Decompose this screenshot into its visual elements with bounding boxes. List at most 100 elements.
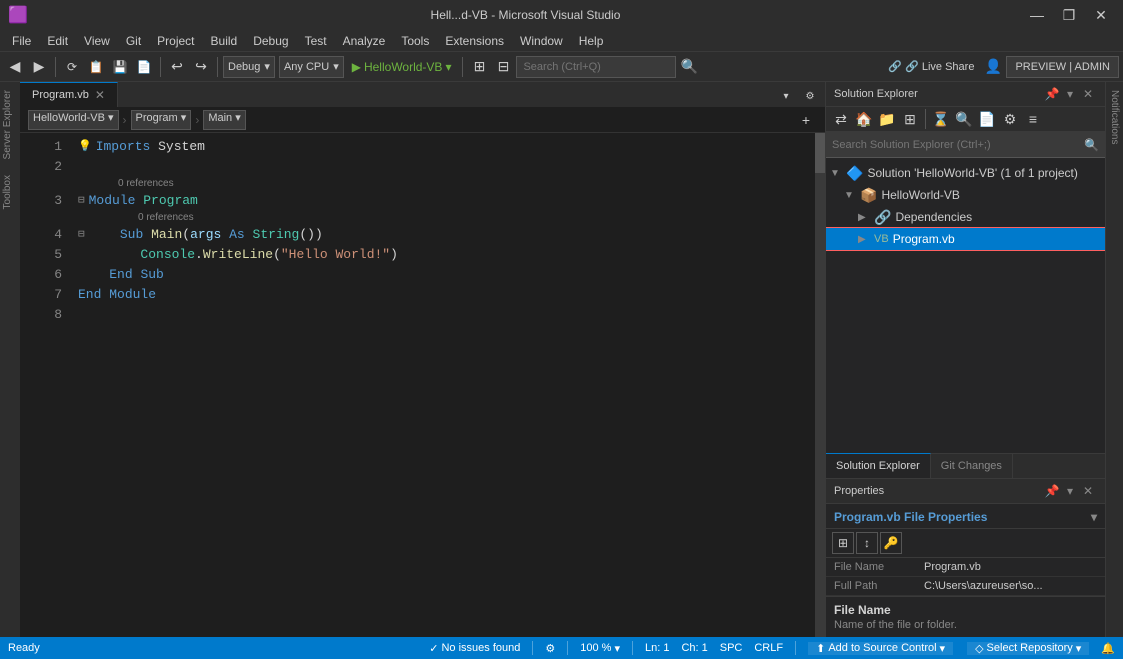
nav-forward-button[interactable]: ▶ [28, 56, 50, 78]
live-share-button[interactable]: 🔗 🔗 Live Share [882, 56, 980, 78]
se-settings-button[interactable]: ⚙ [999, 108, 1021, 130]
props-grid-button[interactable]: ⊞ [832, 532, 854, 554]
config-dropdown[interactable]: Debug ▾ [223, 56, 275, 78]
status-encoding[interactable]: SPC [720, 642, 743, 654]
tree-project[interactable]: ▼ 📦 HelloWorld-VB [826, 184, 1105, 206]
menu-analyze[interactable]: Analyze [335, 30, 394, 52]
properties-pin-button[interactable]: 📌 [1043, 482, 1061, 500]
se-tree[interactable]: ▼ 🔷 Solution 'HelloWorld-VB' (1 of 1 pro… [826, 158, 1105, 453]
notifications-tab[interactable]: Notifications [1107, 82, 1122, 152]
menu-debug[interactable]: Debug [245, 30, 296, 52]
solution-collapse-icon: ▼ [830, 168, 842, 179]
redo-button[interactable]: ↪ [190, 56, 212, 78]
account-button[interactable]: 👤 [982, 56, 1004, 78]
run-button[interactable]: ▶ HelloWorld-VB ▾ [346, 56, 458, 78]
platform-dropdown[interactable]: Any CPU ▾ [279, 56, 344, 78]
undo-button[interactable]: ↩ [166, 56, 188, 78]
tree-program-vb[interactable]: ▶ VB Program.vb [826, 228, 1105, 250]
menu-build[interactable]: Build [203, 30, 246, 52]
toolbar-btn-4[interactable]: 📄 [133, 56, 155, 78]
tree-dependencies[interactable]: ▶ 🔗 Dependencies [826, 206, 1105, 228]
properties-dropdown-button[interactable]: ▾ [1061, 482, 1079, 500]
se-sync-button[interactable]: ⇄ [830, 108, 852, 130]
tree-solution[interactable]: ▼ 🔷 Solution 'HelloWorld-VB' (1 of 1 pro… [826, 162, 1105, 184]
file-tab-label: Program.vb [32, 89, 89, 101]
select-repository-button[interactable]: ◇ Select Repository ▾ [967, 642, 1089, 655]
toolbar-btn-1[interactable]: ⟳ [61, 56, 83, 78]
nav-back-button[interactable]: ◀ [4, 56, 26, 78]
restore-button[interactable]: ❐ [1055, 5, 1083, 25]
status-line-endings[interactable]: CRLF [754, 642, 783, 654]
se-close-button[interactable]: ✕ [1079, 85, 1097, 103]
add-to-source-control-button[interactable]: ⬆ Add to Source Control ▾ [808, 642, 953, 655]
properties-collapse-icon[interactable]: ▾ [1091, 510, 1097, 524]
code-editor[interactable]: 1 2 3 4 5 6 7 8 💡 Imports System [20, 133, 825, 637]
file-tab-program-vb[interactable]: Program.vb ✕ [20, 82, 118, 107]
toolbar-btn-2[interactable]: 📋 [85, 56, 107, 78]
tab-settings-button[interactable]: ⚙ [799, 85, 821, 107]
check-icon: ✓ [429, 642, 438, 655]
menu-test[interactable]: Test [297, 30, 335, 52]
se-dropdown-button[interactable]: ▾ [1061, 85, 1079, 103]
breadcrumb-right: + [795, 109, 817, 131]
breadcrumb-module-dropdown[interactable]: Program ▾ [131, 110, 192, 130]
menu-project[interactable]: Project [149, 30, 202, 52]
se-filter-button[interactable]: 🔍 [953, 108, 975, 130]
status-issues[interactable]: ✓ No issues found [429, 642, 520, 655]
properties-close-button[interactable]: ✕ [1079, 482, 1097, 500]
line-num-1: 1 [20, 137, 62, 157]
se-tab-solution-explorer[interactable]: Solution Explorer [826, 453, 931, 478]
toolbar-btn-6[interactable]: ⊟ [492, 56, 514, 78]
toolbar-btn-5[interactable]: ⊞ [468, 56, 490, 78]
menu-file[interactable]: File [4, 30, 39, 52]
toolbar-btn-3[interactable]: 💾 [109, 56, 131, 78]
menu-git[interactable]: Git [118, 30, 149, 52]
breadcrumb-project-label: HelloWorld-VB [33, 112, 105, 124]
breadcrumb-project-dropdown[interactable]: HelloWorld-VB ▾ [28, 110, 119, 130]
minimize-button[interactable]: — [1023, 5, 1051, 25]
status-scm[interactable]: ⚙ [545, 642, 555, 655]
props-sort-button[interactable]: ↕ [856, 532, 878, 554]
se-search: 🔍 [826, 132, 1105, 158]
se-more-button[interactable]: ≡ [1022, 108, 1044, 130]
status-zoom[interactable]: 100 % ▾ [580, 642, 620, 655]
breadcrumb-main-dropdown[interactable]: Main ▾ [203, 110, 245, 130]
se-collapse-button[interactable]: 📁 [876, 108, 898, 130]
status-ready: Ready [8, 642, 40, 654]
close-tab-icon[interactable]: ✕ [95, 88, 105, 102]
search-button[interactable]: 🔍 [678, 56, 700, 78]
menu-extensions[interactable]: Extensions [437, 30, 512, 52]
breadcrumb-add-button[interactable]: + [795, 109, 817, 131]
menu-view[interactable]: View [76, 30, 118, 52]
editor-scrollbar[interactable] [815, 133, 825, 637]
se-open-file-button[interactable]: 📄 [976, 108, 998, 130]
app-icon: 🟪 [8, 5, 28, 25]
line-num-4: 4 [20, 225, 62, 245]
solution-explorer-title: Solution Explorer [834, 88, 1043, 100]
properties-toolbar: ⊞ ↕ 🔑 [826, 529, 1105, 558]
se-search-input[interactable] [832, 139, 1084, 151]
scrollbar-thumb[interactable] [815, 133, 825, 173]
right-notifications: Notifications [1105, 82, 1123, 637]
close-button[interactable]: ✕ [1087, 5, 1115, 25]
props-pages-button[interactable]: 🔑 [880, 532, 902, 554]
preview-admin-button[interactable]: PREVIEW | ADMIN [1006, 56, 1119, 78]
server-explorer-tab[interactable]: Server Explorer [0, 82, 20, 167]
search-input[interactable] [516, 56, 676, 78]
se-tab-git-changes[interactable]: Git Changes [931, 453, 1013, 478]
se-show-all-button[interactable]: ⊞ [899, 108, 921, 130]
notifications-bell-button[interactable]: 🔔 [1101, 642, 1115, 655]
properties-title: Properties [834, 485, 1043, 497]
menu-tools[interactable]: Tools [393, 30, 437, 52]
se-pin-button[interactable]: 📌 [1043, 85, 1061, 103]
menu-edit[interactable]: Edit [39, 30, 76, 52]
toolbox-tab[interactable]: Toolbox [0, 167, 20, 217]
menu-help[interactable]: Help [571, 30, 612, 52]
tab-dropdown-button[interactable]: ▾ [775, 85, 797, 107]
toolbar-sep-2 [160, 57, 161, 77]
dependencies-icon: 🔗 [874, 209, 891, 226]
se-pending-button[interactable]: ⌛ [930, 108, 952, 130]
menu-window[interactable]: Window [512, 30, 571, 52]
se-refresh-button[interactable]: 🏠 [853, 108, 875, 130]
status-sep-1 [532, 641, 533, 655]
